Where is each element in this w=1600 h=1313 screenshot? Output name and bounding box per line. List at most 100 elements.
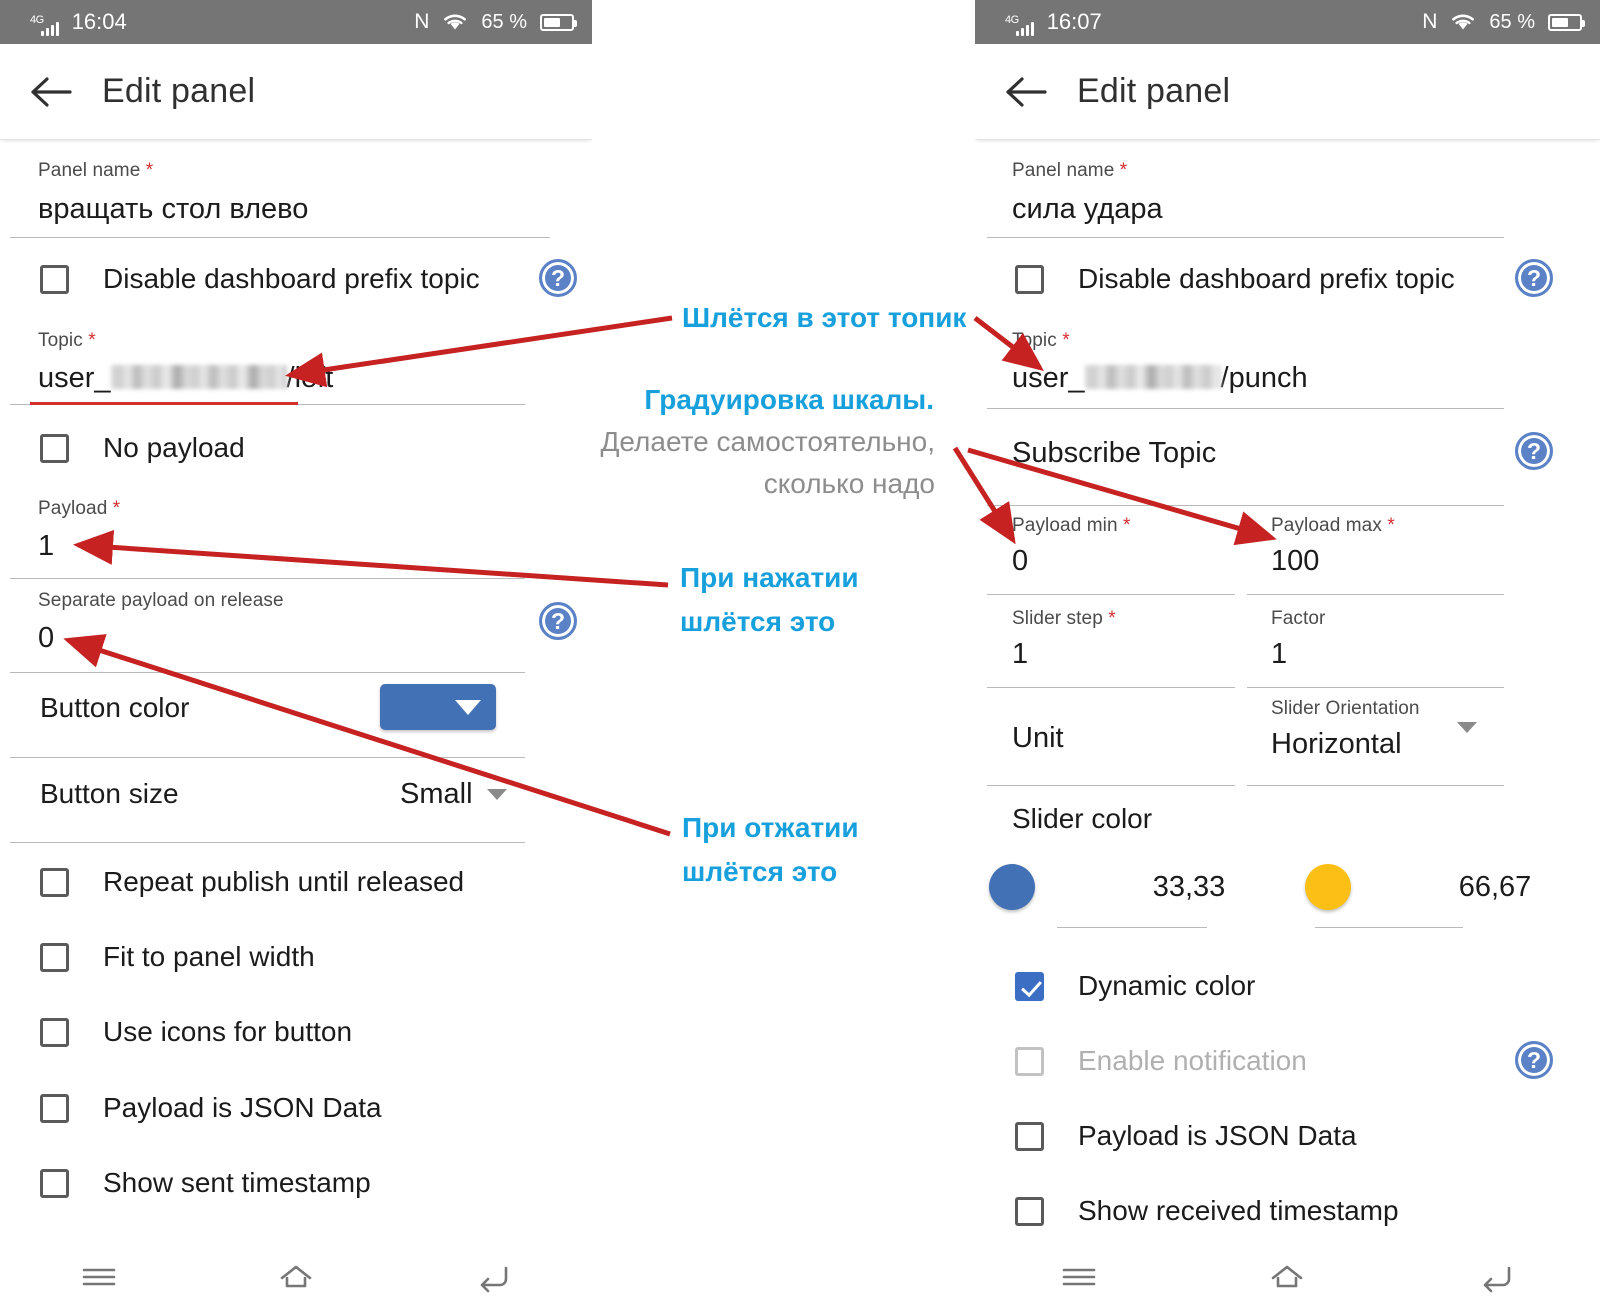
slider-threshold-1-input[interactable]: 33,33 — [1079, 869, 1299, 905]
subscribe-topic-help-icon[interactable]: ? — [1515, 432, 1553, 470]
slider-step-field[interactable]: Slider step * 1 — [1012, 608, 1242, 672]
chevron-down-icon[interactable] — [1457, 722, 1477, 733]
nfc-icon: N — [414, 10, 430, 33]
dynamic-color-checkbox[interactable] — [1015, 971, 1044, 1001]
slider-color-label-text: Slider color — [1012, 803, 1153, 834]
use-icons-checkbox-row[interactable]: Use icons for button — [40, 1016, 352, 1048]
disable-prefix-checkbox-row[interactable]: Disable dashboard prefix topic — [1015, 263, 1455, 295]
repeat-publish-checkbox[interactable] — [40, 867, 69, 897]
topic-label-text: Topic — [1012, 330, 1057, 351]
panel-name-field[interactable]: Panel name * вращать стол влево — [38, 160, 558, 227]
panel-name-input[interactable]: сила удара — [1012, 191, 1532, 227]
status-left-group: 4G 16:07 — [1005, 9, 1102, 36]
left-android-nav-bar — [0, 1241, 592, 1313]
show-received-timestamp-checkbox[interactable] — [1015, 1196, 1044, 1226]
panel-name-underline — [987, 237, 1504, 238]
button-size-dropdown[interactable]: Small — [400, 776, 507, 812]
payload-min-label: Payload min * — [1012, 515, 1242, 537]
menu-icon[interactable] — [76, 1260, 122, 1294]
topic-field[interactable]: Topic * user_ /punch — [1012, 330, 1512, 396]
annotation-scale-line2: сколько надо — [763, 468, 935, 499]
no-payload-checkbox[interactable] — [40, 433, 69, 463]
fit-to-panel-width-checkbox[interactable] — [40, 942, 69, 972]
button-size-label-text: Button size — [40, 778, 179, 809]
topic-input[interactable]: user_ /punch — [1012, 360, 1512, 396]
enable-notification-help-icon[interactable]: ? — [1515, 1041, 1553, 1079]
panel-name-field[interactable]: Panel name * сила удара — [1012, 160, 1532, 227]
payload-input[interactable]: 1 — [38, 528, 518, 564]
menu-icon[interactable] — [1056, 1260, 1102, 1294]
unit-input[interactable]: Unit — [1012, 720, 1242, 756]
annotation-release-line2: шлётся это — [682, 856, 838, 887]
payload-json-checkbox-row[interactable]: Payload is JSON Data — [40, 1092, 382, 1124]
factor-field[interactable]: Factor 1 — [1271, 608, 1501, 672]
button-color-swatch-dropdown[interactable] — [380, 684, 496, 730]
disable-prefix-checkbox[interactable] — [40, 264, 69, 294]
payload-json-checkbox-row[interactable]: Payload is JSON Data — [1015, 1120, 1357, 1152]
panel-name-underline — [10, 237, 550, 238]
payload-max-underline — [1247, 594, 1504, 595]
factor-input[interactable]: 1 — [1271, 636, 1501, 672]
topic-field[interactable]: Topic * user_ /left — [38, 330, 538, 396]
status-left-group: 4G 16:04 — [30, 9, 127, 36]
panel-name-input[interactable]: вращать стол влево — [38, 191, 558, 227]
subscribe-topic-input[interactable]: Subscribe Topic — [1012, 435, 1512, 471]
back-icon[interactable] — [470, 1260, 516, 1294]
button-size-label: Button size — [40, 778, 179, 810]
no-payload-checkbox-row[interactable]: No payload — [40, 432, 245, 464]
repeat-publish-checkbox-row[interactable]: Repeat publish until released — [40, 866, 464, 898]
show-sent-timestamp-checkbox-row[interactable]: Show sent timestamp — [40, 1167, 371, 1199]
disable-prefix-checkbox-row[interactable]: Disable dashboard prefix topic — [40, 263, 480, 295]
slider-color-swatch-2[interactable] — [1305, 864, 1351, 910]
topic-underline — [987, 408, 1504, 409]
disable-prefix-checkbox[interactable] — [1015, 264, 1044, 294]
slider-color-stops-row: 33,33 66,67 — [989, 864, 1600, 910]
no-payload-label: No payload — [103, 432, 245, 463]
payload-max-field[interactable]: Payload max * 100 — [1271, 515, 1501, 579]
disable-prefix-label: Disable dashboard prefix topic — [1078, 263, 1455, 294]
subscribe-topic-field[interactable]: Subscribe Topic — [1012, 435, 1512, 471]
annotation-topic-text: Шлётся в этот топик — [682, 302, 967, 333]
slider-step-input[interactable]: 1 — [1012, 636, 1242, 672]
show-received-timestamp-checkbox-row[interactable]: Show received timestamp — [1015, 1195, 1399, 1227]
payload-field[interactable]: Payload * 1 — [38, 498, 518, 564]
payload-json-checkbox[interactable] — [40, 1093, 69, 1123]
payload-max-input[interactable]: 100 — [1271, 543, 1501, 579]
slider-color-swatch-1[interactable] — [989, 864, 1035, 910]
back-icon[interactable] — [1473, 1260, 1519, 1294]
use-icons-checkbox[interactable] — [40, 1017, 69, 1047]
slider-color-label: Slider color — [1012, 803, 1152, 835]
fit-to-panel-width-checkbox-row[interactable]: Fit to panel width — [40, 941, 315, 973]
separate-payload-input[interactable]: 0 — [38, 620, 518, 656]
status-right-group: N 65 % — [1422, 10, 1585, 34]
disable-prefix-help-icon[interactable]: ? — [539, 259, 577, 297]
wifi-icon — [1452, 14, 1475, 30]
dynamic-color-label: Dynamic color — [1078, 970, 1256, 1001]
separate-payload-help-icon[interactable]: ? — [539, 602, 577, 640]
unit-field[interactable]: Unit — [1012, 714, 1242, 756]
separate-payload-field[interactable]: Separate payload on release 0 — [38, 590, 518, 656]
left-phone-screenshot: 4G 16:04 N 65 % Edit panel Panel name * … — [0, 0, 592, 1313]
slider-threshold-1-underline — [1057, 927, 1207, 928]
home-icon[interactable] — [1264, 1260, 1310, 1294]
annotation-scale-line1: Делаете самостоятельно, — [600, 426, 935, 457]
slider-threshold-2-input[interactable]: 66,67 — [1395, 869, 1595, 905]
right-phone-screenshot: 4G 16:07 N 65 % Edit panel Panel name * … — [975, 0, 1600, 1313]
dynamic-color-checkbox-row[interactable]: Dynamic color — [1015, 970, 1255, 1002]
factor-label: Factor — [1271, 608, 1326, 629]
payload-min-field[interactable]: Payload min * 0 — [1012, 515, 1242, 579]
show-sent-timestamp-checkbox[interactable] — [40, 1168, 69, 1198]
payload-json-checkbox[interactable] — [1015, 1121, 1044, 1151]
payload-min-input[interactable]: 0 — [1012, 543, 1242, 579]
disable-prefix-help-icon[interactable]: ? — [1515, 259, 1553, 297]
topic-label: Topic * — [38, 330, 538, 352]
clock-label: 16:04 — [71, 9, 127, 34]
subscribe-topic-underline — [987, 505, 1504, 506]
back-arrow-icon[interactable] — [1005, 74, 1049, 110]
topic-input[interactable]: user_ /left — [38, 360, 538, 396]
home-icon[interactable] — [273, 1260, 319, 1294]
back-arrow-icon[interactable] — [30, 74, 74, 110]
payload-max-label-text: Payload max — [1271, 515, 1382, 536]
battery-icon — [540, 13, 577, 31]
slider-threshold-2-underline — [1315, 927, 1463, 928]
